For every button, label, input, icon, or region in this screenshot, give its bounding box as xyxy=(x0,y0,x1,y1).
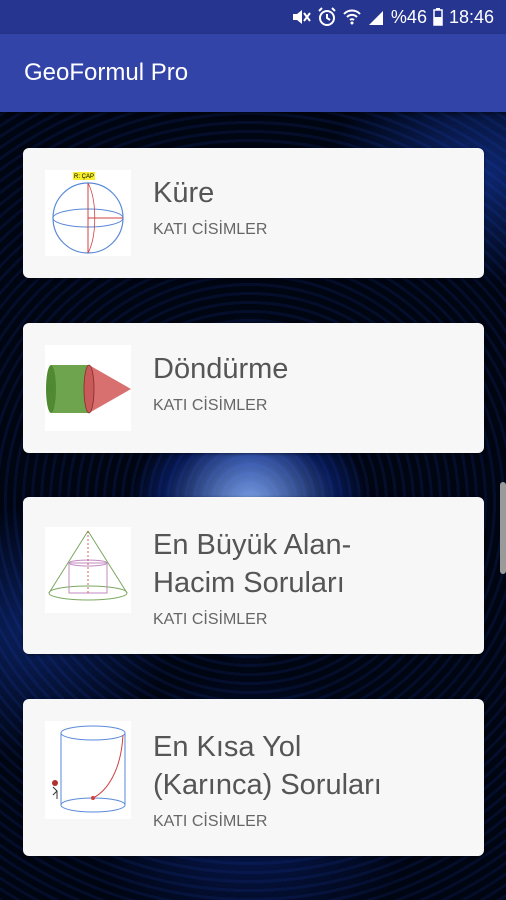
card-title: Döndürme xyxy=(153,353,289,385)
card-title: Küre xyxy=(153,177,215,209)
app-bar: GeoFormul Pro xyxy=(0,34,506,112)
card-subtitle: KATI CİSİMLER xyxy=(153,611,268,628)
alarm-icon xyxy=(317,7,337,27)
status-bar: %46 18:46 xyxy=(0,0,506,34)
card-kure[interactable]: R: ÇAP Küre KATI CİSİMLER xyxy=(23,148,484,278)
card-en-kisa-yol[interactable]: En Kısa Yol (Karınca) Soruları KATI CİSİ… xyxy=(23,699,484,856)
app-title: GeoFormul Pro xyxy=(24,59,189,86)
card-title-line2: (Karınca) Soruları xyxy=(153,769,382,801)
card-title-line1: En Kısa Yol xyxy=(153,731,302,763)
signal-icon xyxy=(367,8,385,26)
scroll-handle[interactable] xyxy=(500,482,506,574)
card-title-line2: Hacim Soruları xyxy=(153,567,345,599)
cylinder-path-figure-icon xyxy=(45,721,131,819)
card-subtitle: KATI CİSİMLER xyxy=(153,813,268,830)
content-area[interactable]: R: ÇAP Küre KATI CİSİMLER Döndürme KATI … xyxy=(0,112,506,900)
card-subtitle: KATI CİSİMLER xyxy=(153,221,268,238)
sphere-figure-icon: R: ÇAP xyxy=(45,170,131,256)
battery-icon xyxy=(433,8,443,26)
card-title-line1: En Büyük Alan- xyxy=(153,529,352,561)
card-en-buyuk-alan-hacim[interactable]: En Büyük Alan- Hacim Soruları KATI CİSİM… xyxy=(23,497,484,654)
cylinder-cone-figure-icon xyxy=(45,345,131,431)
battery-percent: %46 xyxy=(390,6,427,27)
status-time: 18:46 xyxy=(448,6,494,27)
wifi-icon xyxy=(343,8,361,26)
sphere-figure-label: R: ÇAP xyxy=(74,174,94,180)
mute-icon xyxy=(291,8,311,26)
cone-figure-icon xyxy=(45,527,131,613)
card-dondurme[interactable]: Döndürme KATI CİSİMLER xyxy=(23,323,484,453)
card-subtitle: KATI CİSİMLER xyxy=(153,397,268,414)
